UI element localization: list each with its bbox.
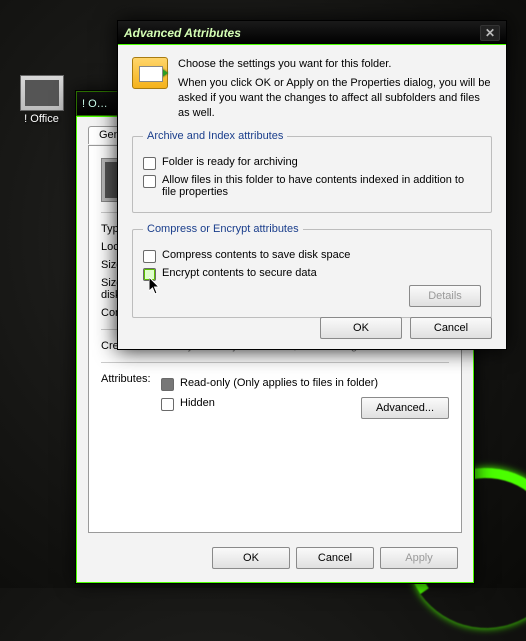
properties-title: ! O… [82, 98, 108, 110]
checkbox-compress[interactable] [143, 250, 156, 263]
checkbox-encrypt[interactable] [143, 268, 156, 281]
cancel-button[interactable]: Cancel [296, 547, 374, 569]
apply-button[interactable]: Apply [380, 547, 458, 569]
label-attributes: Attributes: [101, 373, 161, 385]
label-readonly: Read-only (Only applies to files in fold… [180, 377, 378, 389]
details-button[interactable]: Details [409, 285, 481, 307]
advanced-button[interactable]: Advanced... [361, 397, 449, 419]
close-button[interactable]: ✕ [480, 25, 500, 41]
legend-compress: Compress or Encrypt attributes [143, 223, 303, 235]
intro-line1: Choose the settings you want for this fo… [178, 57, 492, 72]
group-archive-index: Archive and Index attributes Folder is r… [132, 130, 492, 213]
intro-block: Choose the settings you want for this fo… [132, 57, 492, 120]
checkbox-readonly[interactable] [161, 378, 174, 391]
desktop-icon-label: ! Office [14, 113, 69, 125]
label-compress: Compress contents to save disk space [162, 249, 350, 261]
label-hidden: Hidden [180, 397, 215, 409]
properties-buttonbar: OK Cancel Apply [82, 547, 468, 569]
advanced-cancel-button[interactable]: Cancel [410, 317, 492, 339]
checkbox-index[interactable] [143, 175, 156, 188]
label-index: Allow files in this folder to have conte… [162, 174, 481, 198]
checkbox-archive[interactable] [143, 157, 156, 170]
intro-line2: When you click OK or Apply on the Proper… [178, 76, 492, 121]
advanced-title: Advanced Attributes [124, 26, 241, 40]
advanced-attributes-dialog: Advanced Attributes ✕ Choose the setting… [117, 20, 507, 350]
folder-settings-icon [132, 57, 168, 89]
legend-archive: Archive and Index attributes [143, 130, 287, 142]
desktop-folder-icon[interactable]: ! Office [14, 75, 69, 125]
label-encrypt: Encrypt contents to secure data [162, 267, 317, 279]
checkbox-hidden[interactable] [161, 398, 174, 411]
advanced-buttonbar: OK Cancel [320, 317, 492, 339]
label-archive: Folder is ready for archiving [162, 156, 298, 168]
close-icon: ✕ [485, 26, 495, 40]
advanced-ok-button[interactable]: OK [320, 317, 402, 339]
ok-button[interactable]: OK [212, 547, 290, 569]
advanced-titlebar[interactable]: Advanced Attributes ✕ [118, 21, 506, 45]
folder-icon [20, 75, 64, 111]
group-compress-encrypt: Compress or Encrypt attributes Compress … [132, 223, 492, 318]
